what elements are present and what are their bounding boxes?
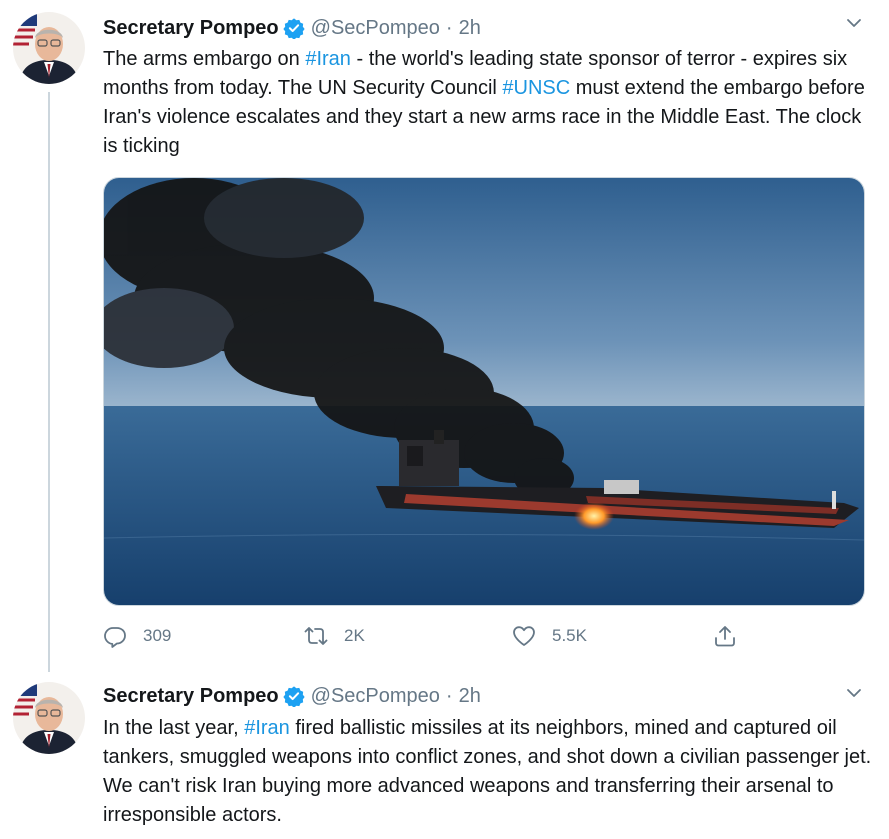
share-icon — [715, 626, 735, 647]
retweet-icon — [304, 627, 328, 645]
hashtag-iran[interactable]: #Iran — [244, 717, 290, 739]
tweet-header: Secretary Pompeo @SecPompeo · 2h — [103, 682, 481, 710]
tweet-2[interactable]: Secretary Pompeo @SecPompeo · 2h In the … — [0, 672, 889, 839]
tweet-1[interactable]: Secretary Pompeo @SecPompeo · 2h The arm… — [0, 0, 889, 672]
chevron-down-icon[interactable] — [845, 684, 863, 702]
author-handle[interactable]: @SecPompeo — [311, 685, 440, 708]
avatar-photo — [13, 682, 85, 754]
author-name[interactable]: Secretary Pompeo — [103, 685, 279, 708]
tweet-text: The arms embargo on #Iran - the world's … — [103, 45, 873, 161]
tweet-header: Secretary Pompeo @SecPompeo · 2h — [103, 14, 481, 42]
hashtag-unsc[interactable]: #UNSC — [502, 77, 570, 99]
share-button[interactable] — [713, 620, 753, 652]
tweet-media-image[interactable] — [103, 177, 865, 606]
author-name[interactable]: Secretary Pompeo — [103, 17, 279, 40]
like-count: 5.5K — [552, 626, 587, 645]
burning-oil-tanker-photo — [104, 178, 864, 605]
verified-badge-icon — [283, 18, 305, 39]
retweet-count: 2K — [344, 626, 365, 645]
chevron-down-icon[interactable] — [845, 14, 863, 32]
tweet-text-segment: In the last year, — [103, 717, 245, 739]
verified-badge-icon — [283, 686, 305, 707]
reply-icon — [104, 627, 126, 648]
tweet-text-segment: The arms embargo on — [103, 48, 306, 70]
tweet-text: In the last year, #Iran fired ballistic … — [103, 714, 873, 830]
tweet-timestamp[interactable]: 2h — [459, 685, 481, 708]
like-icon — [513, 626, 535, 646]
hashtag-iran[interactable]: #Iran — [305, 48, 351, 70]
avatar[interactable] — [13, 12, 85, 84]
reply-button[interactable]: 309 — [103, 620, 171, 652]
avatar[interactable] — [13, 682, 85, 754]
author-handle[interactable]: @SecPompeo — [311, 17, 440, 40]
reply-count: 309 — [143, 626, 172, 645]
separator-dot: · — [445, 684, 453, 707]
tweet-timestamp[interactable]: 2h — [459, 17, 481, 40]
tweet-actions: 309 2K 5.5K — [103, 620, 863, 652]
retweet-button[interactable]: 2K — [304, 620, 365, 652]
like-button[interactable]: 5.5K — [512, 620, 587, 652]
separator-dot: · — [445, 16, 453, 39]
avatar-photo — [13, 12, 85, 84]
